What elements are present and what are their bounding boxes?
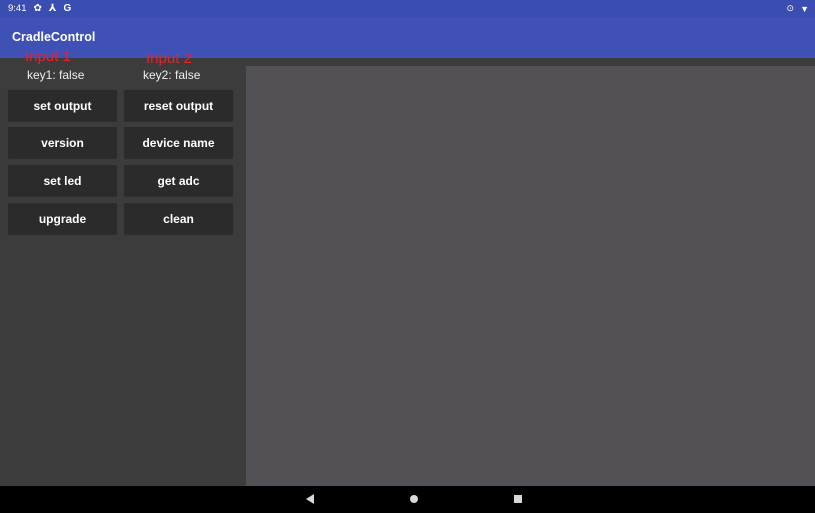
navigation-bar (0, 486, 815, 513)
home-icon[interactable] (410, 495, 418, 503)
app-title: CradleControl (12, 30, 96, 44)
gear-icon: ✿ (33, 2, 42, 14)
status-right: ⊙ ▼ (787, 0, 809, 17)
usb-icon: ⅄ (48, 2, 57, 14)
wifi-icon: ▼ (800, 3, 809, 14)
input1-annotation: Input 1 (25, 48, 71, 65)
google-icon: G (63, 2, 72, 14)
key2-status: key2: false (143, 68, 201, 82)
set-led-button[interactable]: set led (8, 165, 117, 196)
right-panel-header-strip (246, 58, 815, 66)
input2-annotation: Input 2 (146, 50, 192, 67)
back-icon[interactable] (306, 494, 314, 504)
status-left: 9:41 ✿ ⅄ G (0, 3, 71, 14)
upgrade-button[interactable]: upgrade (8, 203, 117, 234)
key1-status: key1: false (27, 68, 85, 82)
sync-icon: ⊙ (786, 3, 795, 13)
set-output-button[interactable]: set output (8, 90, 117, 121)
output-panel (246, 66, 815, 486)
recents-icon[interactable] (514, 495, 522, 503)
control-panel: key1: false key2: false Input 1 Input 2 … (0, 49, 246, 486)
version-button[interactable]: version (8, 127, 117, 158)
app-bar: CradleControl (0, 17, 815, 58)
status-time: 9:41 (8, 3, 27, 14)
clean-button[interactable]: clean (124, 203, 233, 234)
screen: 9:41 ✿ ⅄ G ⊙ ▼ CradleControl key1: false… (0, 0, 815, 513)
device-name-button[interactable]: device name (124, 127, 233, 158)
status-bar: 9:41 ✿ ⅄ G ⊙ ▼ (0, 0, 815, 17)
get-adc-button[interactable]: get adc (124, 165, 233, 196)
reset-output-button[interactable]: reset output (124, 90, 233, 121)
